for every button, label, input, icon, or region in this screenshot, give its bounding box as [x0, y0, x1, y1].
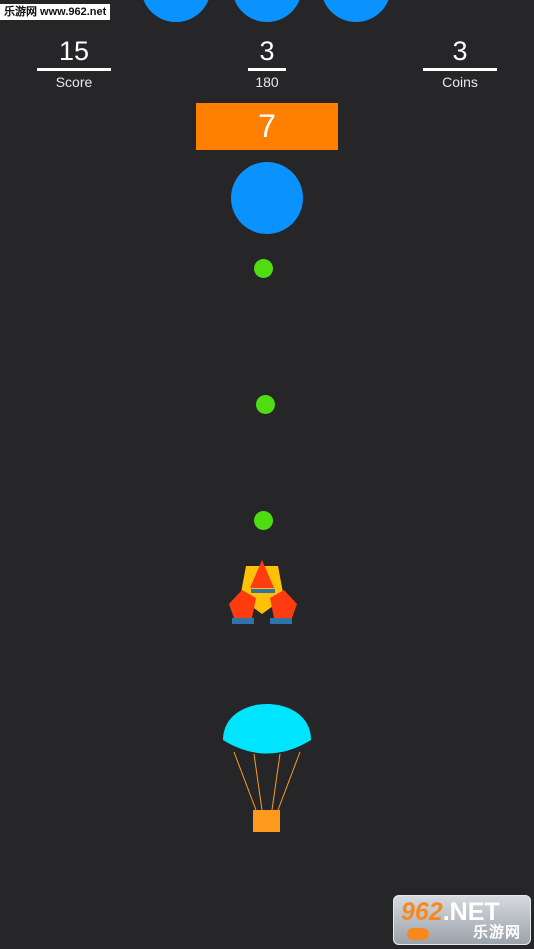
parachute-string [253, 753, 263, 811]
ship-left-engine [232, 618, 254, 624]
ship-right-engine [270, 618, 292, 624]
logo-swoosh [407, 928, 429, 940]
best-stat: 3 180 [207, 36, 327, 90]
coins-divider [423, 68, 497, 71]
parachute-supply-drop[interactable] [220, 700, 314, 834]
logo-digits: 962 [401, 898, 443, 926]
logo-net: .NET [442, 898, 500, 926]
best-label: 180 [255, 74, 279, 90]
ship-cockpit [251, 589, 275, 593]
player-ship[interactable] [226, 558, 300, 628]
score-label: Score [55, 74, 93, 90]
best-divider [248, 68, 286, 71]
parachute-canopy [223, 704, 311, 754]
score-divider [37, 68, 111, 71]
coins-stat: 3 Coins [400, 36, 520, 90]
logo-subtitle: 乐游网 [472, 924, 521, 941]
best-value: 3 [259, 36, 275, 66]
enemy-circle [141, 0, 211, 22]
parachute-string [233, 751, 257, 811]
site-watermark: 乐游网 www.962.net [0, 4, 111, 20]
bullet [254, 511, 273, 530]
level-banner: 7 [196, 103, 338, 150]
score-stat: 15 Score [14, 36, 134, 90]
coins-label: Coins [442, 74, 478, 90]
coins-value: 3 [452, 36, 468, 66]
site-logo-watermark: 962.NET 乐游网 [393, 895, 531, 945]
enemy-circle [232, 0, 302, 22]
parachute-string [271, 753, 281, 811]
score-value: 15 [58, 36, 90, 66]
bullet [254, 259, 273, 278]
bullet [256, 395, 275, 414]
enemy-circle [321, 0, 391, 22]
logo-text: 962.NET [401, 898, 500, 926]
enemy-circle-large [231, 162, 303, 234]
supply-crate [253, 810, 280, 832]
parachute-string [277, 751, 301, 811]
